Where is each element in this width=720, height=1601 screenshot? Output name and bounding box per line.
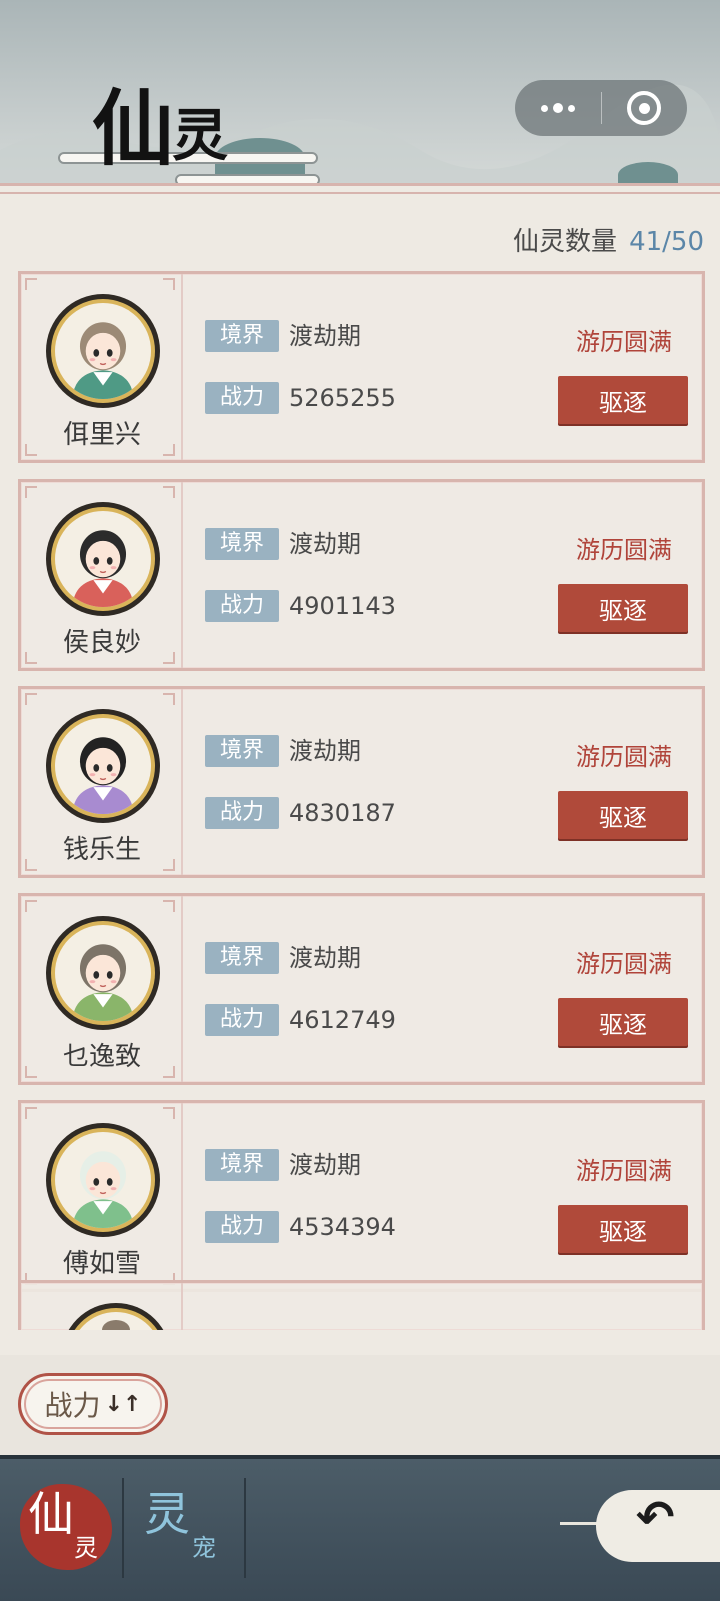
character-portrait: [72, 944, 134, 1021]
character-portrait: [72, 1151, 134, 1228]
expel-button[interactable]: 驱逐: [558, 584, 688, 632]
power-value: 4534394: [289, 1213, 396, 1241]
realm-value: 渡劫期: [289, 944, 361, 972]
tab-xianling[interactable]: 仙 灵: [8, 1470, 118, 1580]
power-tag: 战力: [205, 382, 279, 414]
avatar[interactable]: [46, 1123, 160, 1237]
travel-status: 游历圆满: [576, 328, 672, 356]
realm-value: 渡劫期: [289, 322, 361, 350]
realm-tag: 境界: [205, 528, 279, 560]
travel-status: 游历圆满: [576, 536, 672, 564]
list-item-partial[interactable]: [18, 1280, 705, 1330]
list-item[interactable]: 傅如雪 境界 渡劫期战力 4534394 游历圆满驱逐: [18, 1100, 705, 1292]
tab-divider: [244, 1478, 246, 1578]
power-tag: 战力: [205, 1211, 279, 1243]
close-button[interactable]: [602, 80, 688, 136]
list-item[interactable]: 佴里兴 境界 渡劫期战力 5265255 游历圆满驱逐: [18, 271, 705, 463]
realm-value: 渡劫期: [289, 530, 361, 558]
character-name: 傅如雪: [62, 1249, 141, 1279]
realm-tag: 境界: [205, 320, 279, 352]
page-title: 仙 灵: [92, 70, 228, 170]
expel-button[interactable]: 驱逐: [558, 998, 688, 1046]
character-name: 钱乐生: [62, 835, 141, 865]
list-item[interactable]: 乜逸致 境界 渡劫期战力 4612749 游历圆满驱逐: [18, 893, 705, 1085]
sort-power-button[interactable]: 战力 ↓↑: [18, 1373, 168, 1435]
more-button[interactable]: [515, 80, 601, 136]
realm-tag: 境界: [205, 735, 279, 767]
realm-value: 渡劫期: [289, 737, 361, 765]
power-value: 5265255: [289, 384, 396, 412]
realm-tag: 境界: [205, 942, 279, 974]
character-portrait: [72, 737, 134, 814]
power-value: 4612749: [289, 1006, 396, 1034]
expel-button[interactable]: 驱逐: [558, 376, 688, 424]
target-close-icon: [627, 91, 662, 125]
expel-button[interactable]: 驱逐: [558, 1205, 688, 1253]
travel-status: 游历圆满: [576, 743, 672, 771]
travel-status: 游历圆满: [576, 950, 672, 978]
character-name: 佴里兴: [62, 420, 141, 450]
travel-status: 游历圆满: [576, 1157, 672, 1185]
avatar[interactable]: [46, 294, 160, 408]
spirit-count-label: 仙灵数量: [513, 227, 618, 257]
avatar[interactable]: [46, 709, 160, 823]
realm-tag: 境界: [205, 1149, 279, 1181]
expel-button[interactable]: 驱逐: [558, 791, 688, 839]
character-name: 侯良妙: [62, 628, 141, 658]
tab-label-main: 灵: [144, 1487, 190, 1541]
tab-lingchong[interactable]: 灵 宠: [124, 1470, 234, 1580]
spirit-count-value: 41/50: [629, 227, 704, 257]
sort-arrows-icon: ↓↑: [104, 1391, 142, 1417]
power-tag: 战力: [205, 1004, 279, 1036]
power-value: 4901143: [289, 592, 396, 620]
back-arrow-icon: ↶: [636, 1490, 675, 1544]
tab-label-main: 仙: [28, 1487, 74, 1541]
power-tag: 战力: [205, 590, 279, 622]
avatar[interactable]: [46, 502, 160, 616]
avatar[interactable]: [46, 916, 160, 1030]
character-name: 乜逸致: [62, 1042, 141, 1072]
miniprogram-capsule: [515, 80, 687, 136]
page-title-sub: 灵: [172, 103, 229, 169]
power-tag: 战力: [205, 797, 279, 829]
list-item[interactable]: 钱乐生 境界 渡劫期战力 4830187 游历圆满驱逐: [18, 686, 705, 878]
page-title-main: 仙: [92, 81, 174, 177]
spirit-count: 仙灵数量 41/50: [513, 221, 704, 258]
avatar: [61, 1303, 171, 1330]
list-item[interactable]: 侯良妙 境界 渡劫期战力 4901143 游历圆满驱逐: [18, 479, 705, 671]
tab-label-sub: 宠: [192, 1534, 216, 1562]
character-portrait: [72, 322, 134, 399]
realm-value: 渡劫期: [289, 1151, 361, 1179]
character-portrait: [72, 530, 134, 607]
sort-label: 战力: [44, 1389, 101, 1422]
power-value: 4830187: [289, 799, 396, 827]
more-dots-icon: [540, 103, 575, 113]
tab-label-sub: 灵: [74, 1534, 98, 1562]
